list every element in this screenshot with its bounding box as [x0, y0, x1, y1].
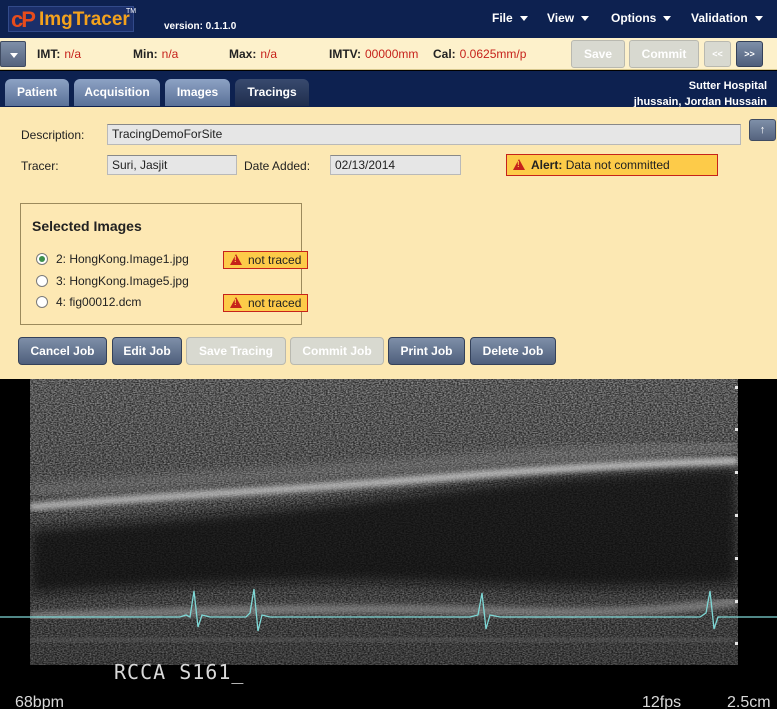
tab-acquisition[interactable]: Acquisition — [74, 79, 160, 106]
chevron-down-icon — [754, 16, 763, 22]
heart-rate-label: 68bpm — [15, 694, 64, 709]
warning-icon — [230, 297, 242, 308]
dropdown-toggle-button[interactable] — [0, 41, 26, 67]
image-overlay-label: RCCA S161_ — [114, 660, 245, 684]
tracer-label: Tracer: — [21, 159, 59, 173]
radio-button[interactable] — [36, 296, 48, 308]
commit-job-button[interactable]: Commit Job — [290, 337, 384, 365]
ecg-trace — [0, 588, 777, 632]
next-button[interactable]: >> — [736, 41, 763, 67]
date-added-label: Date Added: — [244, 159, 311, 173]
app-logo: cP ImgTracer TM — [8, 6, 137, 32]
min-label: Min: — [133, 47, 158, 61]
tracing-form-panel: Description: TracingDemoForSite ↑ Tracer… — [0, 107, 777, 379]
image-row[interactable]: 4: fig00012.dcm — [36, 295, 141, 309]
menu-options[interactable]: Options — [611, 11, 672, 25]
commit-button[interactable]: Commit — [629, 40, 699, 68]
upload-button[interactable]: ↑ — [749, 119, 776, 141]
warning-icon — [513, 159, 525, 170]
max-label: Max: — [229, 47, 257, 61]
site-user-info: Sutter Hospital jhussain, Jordan Hussain — [634, 78, 767, 110]
image-label: 3: HongKong.Image5.jpg — [56, 274, 189, 288]
cancel-job-button[interactable]: Cancel Job — [18, 337, 107, 365]
save-button[interactable]: Save — [571, 40, 625, 68]
selected-images-title: Selected Images — [32, 218, 142, 234]
edit-job-button[interactable]: Edit Job — [112, 337, 182, 365]
not-traced-badge: not traced — [223, 294, 308, 312]
imtv-readout: IMTV: 00000mm — [329, 47, 418, 61]
alert-text: Data not committed — [565, 158, 670, 172]
warning-icon — [230, 254, 242, 265]
delete-job-button[interactable]: Delete Job — [470, 337, 556, 365]
min-readout: Min: n/a — [133, 47, 178, 61]
radio-button[interactable] — [36, 253, 48, 265]
imtv-label: IMTV: — [329, 47, 361, 61]
alert-banner: Alert: Data not committed — [506, 154, 718, 176]
tab-tracings[interactable]: Tracings — [235, 79, 309, 106]
menu-view[interactable]: View — [547, 11, 590, 25]
imgtracer-app: cP ImgTracer TM version: 0.1.1.0 File Vi… — [0, 0, 777, 709]
top-header: cP ImgTracer TM version: 0.1.1.0 File Vi… — [0, 0, 777, 38]
badge-text: not traced — [248, 296, 302, 310]
ultrasound-viewer[interactable]: RCCA S161_ 68bpm 12fps 2.5cm — [0, 379, 777, 709]
arrow-up-icon: ↑ — [759, 124, 766, 136]
measurement-bar: IMT: n/a Min: n/a Max: n/a IMTV: 00000mm Cal… — [0, 38, 777, 70]
save-tracing-button[interactable]: Save Tracing — [186, 337, 286, 365]
min-value: n/a — [161, 47, 179, 61]
logo-trademark: TM — [126, 8, 137, 15]
image-label: 4: fig00012.dcm — [56, 295, 142, 309]
print-job-button[interactable]: Print Job — [388, 337, 465, 365]
depth-label: 2.5cm — [727, 694, 771, 709]
hospital-name: Sutter Hospital — [688, 80, 767, 92]
tab-patient[interactable]: Patient — [5, 79, 69, 106]
imt-value: n/a — [64, 47, 82, 61]
logo-name: ImgTracer — [39, 9, 130, 30]
chevron-down-icon — [519, 16, 528, 22]
badge-text: not traced — [248, 253, 302, 267]
menu-options-label: Options — [611, 11, 657, 25]
version-label: version: 0.1.1.0 — [164, 21, 237, 32]
menu-file[interactable]: File — [492, 11, 528, 25]
alert-title: Alert: — [531, 158, 563, 172]
cal-value: 0.0625mm/p — [459, 47, 527, 61]
frame-rate-label: 12fps — [642, 694, 682, 709]
not-traced-badge: not traced — [223, 251, 308, 269]
menu-validation-label: Validation — [691, 11, 748, 25]
menu-view-label: View — [547, 11, 575, 25]
calibration-readout: Cal: 0.0625mm/p — [433, 47, 526, 61]
cal-label: Cal: — [433, 47, 456, 61]
menu-file-label: File — [492, 11, 513, 25]
selected-images-box: Selected Images 2: HongKong.Image1.jpg n… — [20, 203, 308, 325]
logo-mark: cP — [11, 7, 36, 32]
tracer-field[interactable]: Suri, Jasjit — [107, 155, 237, 175]
tab-bar: Patient Acquisition Images Tracings Sutt… — [0, 71, 777, 110]
menu-validation[interactable]: Validation — [691, 11, 763, 25]
radio-button[interactable] — [36, 275, 48, 287]
image-row[interactable]: 3: HongKong.Image5.jpg — [36, 274, 189, 288]
tab-images[interactable]: Images — [165, 79, 230, 106]
imt-label: IMT: — [37, 47, 61, 61]
chevron-down-icon — [581, 16, 590, 22]
max-readout: Max: n/a — [229, 47, 277, 61]
imt-readout: IMT: n/a — [37, 47, 81, 61]
chevron-down-icon — [10, 53, 18, 58]
image-row[interactable]: 2: HongKong.Image1.jpg — [36, 252, 189, 266]
description-label: Description: — [21, 128, 85, 142]
chevron-down-icon — [663, 16, 672, 22]
date-added-field[interactable]: 02/13/2014 — [330, 155, 461, 175]
imtv-value: 00000mm — [365, 47, 419, 61]
description-field[interactable]: TracingDemoForSite — [107, 124, 741, 145]
previous-button[interactable]: << — [704, 41, 731, 67]
image-label: 2: HongKong.Image1.jpg — [56, 252, 189, 266]
max-value: n/a — [260, 47, 278, 61]
